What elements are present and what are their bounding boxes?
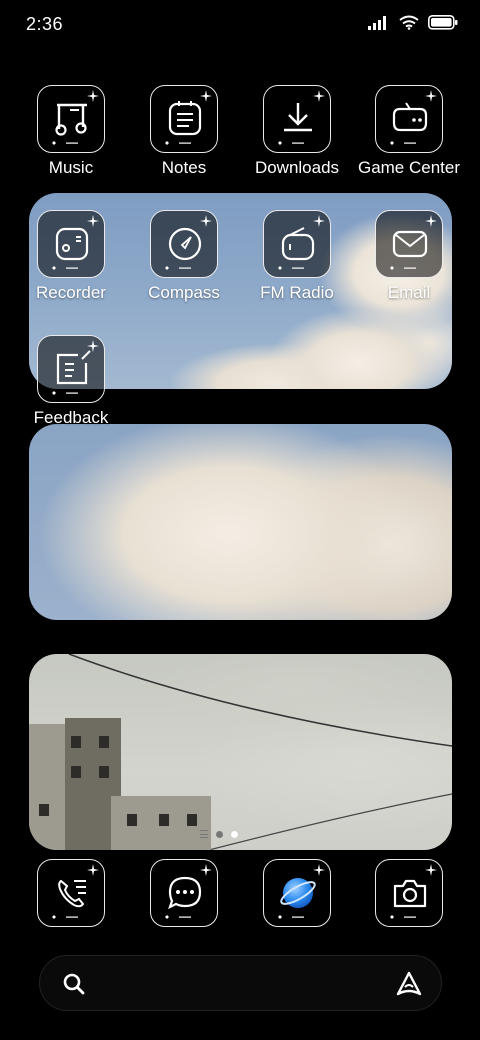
photo-widget-buildings[interactable] [29,654,452,850]
photo-widget-clouds[interactable] [29,424,452,620]
app-label: Feedback [33,408,109,427]
page-indicator[interactable] [200,830,238,838]
app-label: Recorder [36,283,106,302]
app-label: Music [48,158,94,177]
radio-icon [263,210,331,278]
app-label: Email [387,283,431,302]
assistant-icon[interactable] [395,970,423,998]
music-icon [37,85,105,153]
app-label: FM Radio [260,283,334,302]
status-bar: 2:36 [0,0,480,50]
app-music[interactable]: Music [16,85,126,178]
messages-icon [150,859,218,927]
dock-browser[interactable] [242,859,352,927]
battery-icon [428,15,458,30]
search-icon[interactable] [62,972,86,996]
app-feedback[interactable]: Feedback [16,335,126,428]
download-icon [263,85,331,153]
page-indicator-list-icon [200,830,208,838]
gamepad-icon [375,85,443,153]
search-bar[interactable] [39,955,442,1011]
app-label: Compass [148,283,220,302]
app-fm-radio[interactable]: FM Radio [242,210,352,303]
mail-icon [375,210,443,278]
app-compass[interactable]: Compass [129,210,239,303]
search-input[interactable] [100,968,370,1000]
dock-phone[interactable] [16,859,126,927]
wifi-icon [399,15,419,30]
page-dot-1[interactable] [216,830,223,838]
app-game-center[interactable]: Game Center [354,85,464,178]
signal-icon [368,15,386,30]
camera-icon [375,859,443,927]
notes-icon [150,85,218,153]
recorder-icon [37,210,105,278]
dock-camera[interactable] [354,859,464,927]
status-icons [368,15,458,30]
feedback-icon [37,335,105,403]
dock-messages[interactable] [129,859,239,927]
app-downloads[interactable]: Downloads [242,85,352,178]
app-label: Downloads [254,158,340,177]
compass-icon [150,210,218,278]
app-email[interactable]: Email [354,210,464,303]
app-recorder[interactable]: Recorder [16,210,126,303]
phone-icon [37,859,105,927]
status-time: 2:36 [26,14,64,34]
page-dot-2[interactable] [231,830,238,838]
browser-icon [263,859,331,927]
app-notes[interactable]: Notes [129,85,239,178]
app-label: Game Center [357,158,461,177]
app-label: Notes [161,158,207,177]
